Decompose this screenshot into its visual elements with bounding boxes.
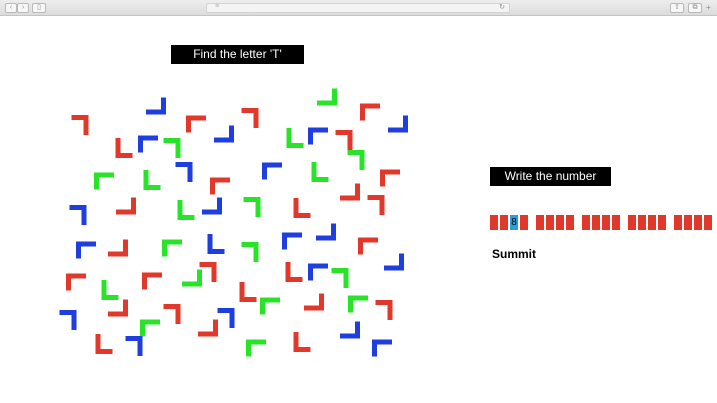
letter-glyph-s22[interactable]: [380, 169, 400, 187]
letter-glyph-s38[interactable]: [358, 237, 378, 255]
letter-glyph-s27[interactable]: [243, 197, 261, 217]
letter-glyph-s24[interactable]: [116, 197, 136, 215]
digit-cell[interactable]: [704, 215, 712, 230]
letter-glyph-s29[interactable]: [340, 183, 360, 201]
letter-glyph-s53[interactable]: [260, 297, 280, 315]
letter-glyph-s35[interactable]: [241, 242, 259, 262]
letter-glyph-s14[interactable]: [388, 115, 408, 133]
letter-glyph-s56[interactable]: [375, 300, 393, 320]
letter-glyph-s47[interactable]: [331, 268, 349, 288]
letter-glyph-s48[interactable]: [384, 253, 404, 271]
letter-glyph-s55[interactable]: [348, 295, 368, 313]
letter-glyph-s30[interactable]: [367, 195, 385, 215]
letter-glyph-s8[interactable]: [138, 135, 158, 153]
digit-cell[interactable]: [500, 215, 508, 230]
digit-cell[interactable]: [628, 215, 636, 230]
letter-glyph-s40[interactable]: [101, 280, 119, 300]
letter-glyph-s6[interactable]: [360, 103, 380, 121]
letter-glyph-s46[interactable]: [308, 263, 328, 281]
letter-glyph-s41[interactable]: [142, 272, 162, 290]
letter-glyph-s4[interactable]: [241, 108, 259, 128]
letter-glyph-s61[interactable]: [246, 339, 266, 357]
letter-glyph-s39[interactable]: [66, 273, 86, 291]
letter-glyph-s21[interactable]: [347, 150, 365, 170]
letter-glyph-s7[interactable]: [115, 138, 133, 158]
digit-cell[interactable]: [612, 215, 620, 230]
digit-cell[interactable]: [602, 215, 610, 230]
letter-glyph-s16[interactable]: [143, 170, 161, 190]
letter-glyph-s42[interactable]: [182, 269, 202, 287]
letter-glyph-s64[interactable]: [372, 339, 392, 357]
letter-glyph-s44[interactable]: [239, 282, 257, 302]
digit-cell-active[interactable]: 8: [510, 215, 518, 230]
digit-cell[interactable]: [556, 215, 564, 230]
letter-glyph-s1[interactable]: [71, 115, 89, 135]
letter-glyph-s33[interactable]: [162, 239, 182, 257]
letter-glyph-s60[interactable]: [198, 319, 218, 337]
letter-glyph-s13[interactable]: [335, 130, 353, 150]
letter-glyph-s36[interactable]: [282, 232, 302, 250]
letter-glyph-s34[interactable]: [207, 234, 225, 254]
letter-field: [59, 88, 408, 357]
letter-glyph-s2[interactable]: [146, 97, 166, 115]
letter-glyph-s10[interactable]: [214, 125, 234, 143]
tabs-icon: ⧉: [692, 4, 698, 11]
digit-cell[interactable]: [546, 215, 554, 230]
letter-glyph-s5[interactable]: [317, 88, 337, 106]
number-input[interactable]: 8: [490, 215, 712, 230]
digit-cell[interactable]: [694, 215, 702, 230]
digit-cell[interactable]: [582, 215, 590, 230]
letter-glyph-s17[interactable]: [175, 162, 193, 182]
letter-glyph-s37[interactable]: [316, 223, 336, 241]
letter-glyph-s3[interactable]: [186, 115, 206, 133]
digit-cell[interactable]: [490, 215, 498, 230]
letter-glyph-s11[interactable]: [286, 128, 304, 148]
digit-cell[interactable]: [674, 215, 682, 230]
letter-glyph-s45[interactable]: [285, 262, 303, 282]
digit-cell[interactable]: [684, 215, 692, 230]
write-number-label: Write the number: [490, 167, 611, 186]
digit-cell[interactable]: [658, 215, 666, 230]
digit-cell[interactable]: [566, 215, 574, 230]
letter-glyph-s52[interactable]: [217, 308, 235, 328]
letter-glyph-s20[interactable]: [311, 162, 329, 182]
new-tab-icon[interactable]: +: [706, 3, 711, 12]
digit-cell[interactable]: [638, 215, 646, 230]
letter-glyph-s54[interactable]: [304, 293, 324, 311]
digit-cell[interactable]: [520, 215, 528, 230]
letter-glyph-s26[interactable]: [202, 197, 222, 215]
submit-button[interactable]: Summit: [492, 247, 536, 261]
letter-glyph-s57[interactable]: [59, 310, 77, 330]
letter-glyph-s15[interactable]: [94, 172, 114, 190]
letter-glyph-s28[interactable]: [293, 198, 311, 218]
letter-glyph-s50[interactable]: [163, 304, 181, 324]
letter-glyph-s9[interactable]: [163, 138, 181, 158]
share-icon: ⇧: [674, 4, 680, 11]
letter-glyph-s49[interactable]: [108, 299, 128, 317]
letter-glyph-s59[interactable]: [125, 336, 143, 356]
reload-icon[interactable]: ↻: [499, 3, 505, 11]
digit-cell[interactable]: [592, 215, 600, 230]
letter-glyph-s18[interactable]: [210, 177, 230, 195]
digit-cell[interactable]: [536, 215, 544, 230]
letter-glyph-s51[interactable]: [140, 319, 160, 337]
share-button[interactable]: ⇧: [670, 3, 684, 13]
letter-glyph-s62[interactable]: [293, 332, 311, 352]
letter-glyph-s31[interactable]: [76, 241, 96, 259]
letter-glyph-s19[interactable]: [262, 162, 282, 180]
letter-glyph-s43[interactable]: [199, 262, 217, 282]
letter-glyph-s32[interactable]: [108, 239, 128, 257]
letter-glyph-s23[interactable]: [69, 205, 87, 225]
digit-cell[interactable]: [648, 215, 656, 230]
tabs-button[interactable]: ⧉: [688, 3, 702, 13]
letter-glyph-s12[interactable]: [308, 127, 328, 145]
letter-glyph-s25[interactable]: [177, 200, 195, 220]
letter-glyph-s63[interactable]: [340, 321, 360, 339]
letter-glyph-s58[interactable]: [95, 334, 113, 354]
